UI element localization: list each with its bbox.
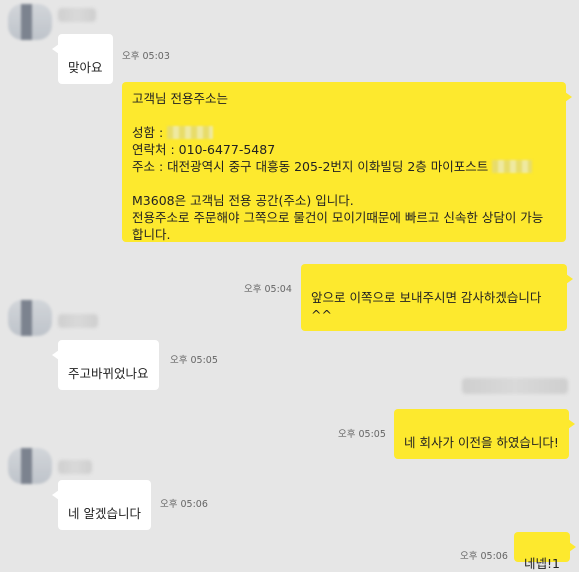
redacted-address bbox=[492, 160, 533, 173]
message-bubble-outgoing[interactable]: 네넵!1 bbox=[514, 532, 576, 571]
sender-name-redacted bbox=[58, 8, 96, 22]
redacted-name bbox=[167, 126, 214, 139]
message-line: 성함 : bbox=[132, 125, 164, 140]
message-bubble-outgoing[interactable]: 고객님 전용주소는 성함 : 연락처 : 010-6477-5487 주소 : … bbox=[122, 82, 572, 242]
message-line: M3608은 고객님 전용 공간(주소) 입니다. bbox=[132, 193, 354, 208]
message-time: 오후 05:05 bbox=[170, 355, 218, 366]
message-text: 네 회사가 이전을 하였습니다! bbox=[404, 435, 559, 450]
message-text: 앞으로 이쪽으로 보내주시면 감사하겠습니다^^ bbox=[311, 290, 542, 322]
message-bubble-outgoing[interactable]: 앞으로 이쪽으로 보내주시면 감사하겠습니다^^ bbox=[301, 264, 573, 331]
sender-name-redacted bbox=[58, 460, 92, 474]
message-line-with-redaction: 성함 : bbox=[132, 124, 556, 141]
message-line bbox=[132, 107, 556, 124]
message-line: 전용주소로 주문해야 그쪽으로 물건이 모이기때문에 빠르고 신속한 상담이 가… bbox=[132, 210, 544, 225]
message-line-with-redaction: 주소 : 대전광역시 중구 대흥동 205-2번지 이화빌딩 2층 마이포스트 bbox=[132, 158, 556, 175]
message-bubble-incoming[interactable]: 맞아요 bbox=[52, 34, 113, 84]
message-line bbox=[132, 175, 556, 192]
message-line: 합니다. bbox=[132, 227, 171, 242]
message-time: 오후 05:05 bbox=[338, 429, 386, 440]
message-bubble-outgoing[interactable]: 네 회사가 이전을 하였습니다! bbox=[394, 409, 575, 459]
message-text: 주고바뀌었나요 bbox=[68, 366, 149, 381]
message-time: 오후 05:06 bbox=[460, 551, 508, 562]
message-line: 고객님 전용주소는 bbox=[132, 91, 228, 106]
message-time: 오후 05:04 bbox=[244, 284, 292, 295]
redacted-header bbox=[462, 378, 568, 394]
message-bubble-incoming[interactable]: 주고바뀌었나요 bbox=[52, 340, 159, 390]
message-line: 연락처 : 010-6477-5487 bbox=[132, 142, 276, 157]
message-text: 맞아요 bbox=[68, 60, 103, 75]
message-line: 주소 : 대전광역시 중구 대흥동 205-2번지 이화빌딩 2층 마이포스트 bbox=[132, 159, 489, 174]
message-bubble-incoming[interactable]: 네 알겠습니다 bbox=[52, 480, 151, 530]
avatar[interactable] bbox=[8, 4, 52, 40]
message-text: 네 알겠습니다 bbox=[68, 506, 141, 521]
message-time: 오후 05:03 bbox=[122, 51, 170, 62]
message-text: 네넵!1 bbox=[524, 556, 560, 571]
message-time: 오후 05:06 bbox=[160, 499, 208, 510]
avatar[interactable] bbox=[8, 448, 52, 484]
sender-name-redacted bbox=[58, 314, 98, 328]
avatar[interactable] bbox=[8, 300, 52, 336]
